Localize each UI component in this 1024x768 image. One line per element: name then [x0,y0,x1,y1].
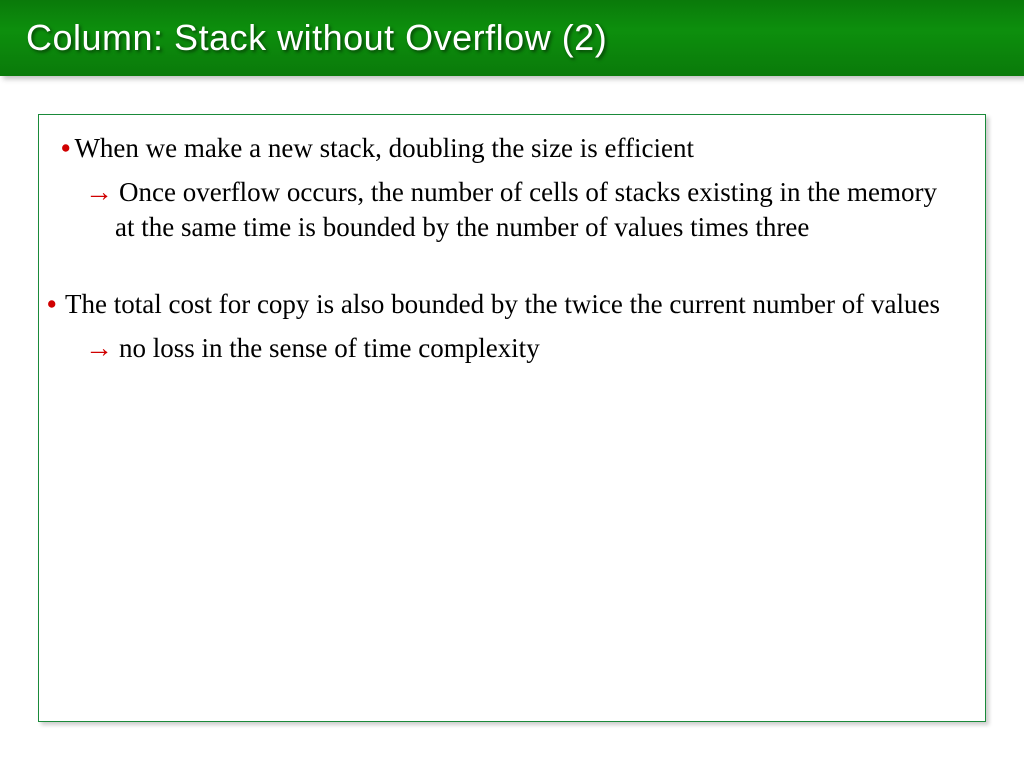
arrow-text: no loss in the sense of time complexity [119,333,540,363]
bullet-item: •The total cost for copy is also bounded… [61,287,963,322]
arrow-icon: → [85,176,113,207]
arrow-icon: → [85,332,113,363]
slide-title: Column: Stack without Overflow (2) [26,17,607,59]
content-box: •When we make a new stack, doubling the … [38,114,986,722]
arrow-sub-item: →Once overflow occurs, the number of cel… [61,174,963,245]
title-bar: Column: Stack without Overflow (2) [0,0,1024,76]
bullet-item: •When we make a new stack, doubling the … [61,131,963,166]
bullet-text: When we make a new stack, doubling the s… [74,133,694,163]
arrow-text: Once overflow occurs, the number of cell… [115,177,937,242]
bullet-icon: • [61,131,70,166]
arrow-sub-item: →no loss in the sense of time complexity [61,330,963,366]
bullet-text: The total cost for copy is also bounded … [65,289,940,319]
